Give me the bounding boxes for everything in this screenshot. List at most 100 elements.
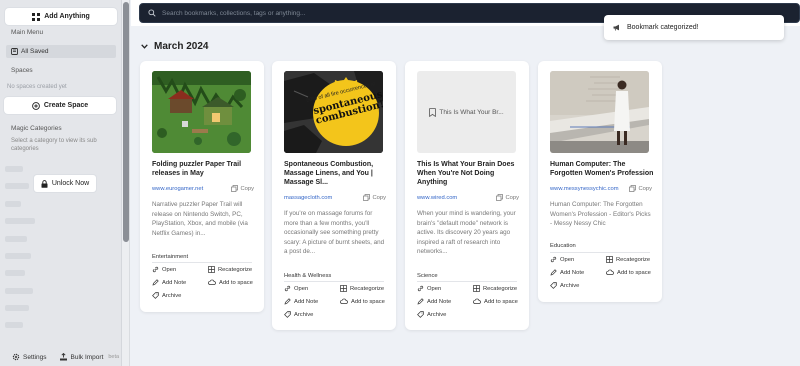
scrollbar-thumb[interactable] (123, 2, 129, 242)
card-url[interactable]: www.messynessychic.com (550, 186, 619, 192)
settings-link[interactable]: Settings (12, 353, 47, 361)
pencil-icon (284, 298, 291, 305)
beta-badge: beta (108, 354, 120, 360)
gear-icon (12, 353, 20, 361)
main-menu-heading: Main Menu (11, 29, 44, 36)
copy-icon (231, 185, 239, 192)
grid-icon (473, 285, 480, 292)
all-saved-label: All Saved (21, 48, 49, 55)
card-title[interactable]: Folding puzzler Paper Trail releases in … (152, 160, 256, 178)
add-to-space-action[interactable]: Add to space (208, 279, 253, 286)
card-url[interactable]: www.eurogamer.net (152, 186, 203, 192)
bookmark-card[interactable]: 80% of all fire occurrences at spontaneo… (272, 61, 396, 330)
tag-icon (284, 311, 291, 318)
add-to-space-action[interactable]: Add to space (340, 298, 385, 305)
archive-action[interactable]: Archive (550, 282, 579, 289)
cloud-plus-icon (606, 269, 614, 276)
add-to-space-action[interactable]: Add to space (473, 298, 518, 305)
pencil-icon (417, 298, 424, 305)
copy-button[interactable]: Copy (496, 194, 519, 201)
card-description: When your mind is wandering, your brain'… (417, 210, 516, 255)
open-label: Open (560, 256, 575, 263)
archive-action[interactable]: Archive (417, 311, 446, 318)
card-category: Entertainment (152, 254, 189, 260)
open-label: Open (294, 285, 309, 292)
add-note-action[interactable]: Add Note (550, 269, 584, 276)
archive-action[interactable]: Archive (284, 311, 313, 318)
sidebar-footer: Settings Bulk Import beta (12, 353, 119, 361)
open-action[interactable]: Open (417, 285, 441, 292)
link-icon (152, 266, 159, 273)
bulk-import-label: Bulk Import (70, 353, 104, 361)
card-description: Narrative puzzler Paper Trail will relea… (152, 201, 248, 237)
bookmark-icon (11, 48, 18, 55)
open-action[interactable]: Open (284, 285, 308, 292)
open-label: Open (427, 285, 442, 292)
add-note-action[interactable]: Add Note (417, 298, 451, 305)
recategorize-label: Recategorize (218, 266, 253, 273)
pencil-icon (152, 279, 159, 286)
archive-label: Archive (162, 292, 182, 299)
card-title[interactable]: Human Computer: The Forgotten Women's Pr… (550, 160, 654, 178)
add-to-space-action[interactable]: Add to space (606, 269, 651, 276)
recategorize-action[interactable]: Recategorize (340, 285, 384, 292)
recategorize-label: Recategorize (483, 285, 518, 292)
tag-icon (417, 311, 424, 318)
locked-category (5, 305, 29, 311)
thumbnail-placeholder-text: This Is What Your Br... (439, 108, 504, 116)
recategorize-action[interactable]: Recategorize (208, 266, 252, 273)
card-title[interactable]: This Is What Your Brain Does When You're… (417, 160, 521, 187)
card-category: Education (550, 243, 576, 249)
recategorize-action[interactable]: Recategorize (473, 285, 517, 292)
copy-button[interactable]: Copy (629, 185, 652, 192)
add-anything-button[interactable]: Add Anything (5, 8, 117, 25)
open-action[interactable]: Open (550, 256, 574, 263)
bookmark-card[interactable]: Folding puzzler Paper Trail releases in … (140, 61, 264, 312)
add-to-space-label: Add to space (351, 298, 385, 305)
month-group-header[interactable]: March 2024 (141, 41, 208, 52)
add-to-space-label: Add to space (617, 269, 651, 276)
recategorize-action[interactable]: Recategorize (606, 256, 650, 263)
archive-action[interactable]: Archive (152, 292, 181, 299)
bookmark-card[interactable]: Human Computer: The Forgotten Women's Pr… (538, 61, 662, 302)
sidebar-item-all-saved[interactable]: All Saved (6, 45, 116, 58)
card-thumbnail (550, 71, 649, 153)
month-label: March 2024 (154, 41, 209, 52)
cloud-plus-icon (340, 298, 348, 305)
archive-label: Archive (560, 282, 580, 289)
lock-icon (41, 179, 48, 188)
create-space-button[interactable]: Create Space (4, 97, 116, 114)
copy-button[interactable]: Copy (231, 185, 254, 192)
toast-notification: Bookmark categorized! (604, 15, 784, 40)
link-icon (284, 285, 291, 292)
locked-category (5, 253, 31, 259)
locked-category (5, 236, 27, 242)
card-url[interactable]: www.wired.com (417, 195, 457, 201)
copy-button[interactable]: Copy (363, 194, 386, 201)
card-url-row: massagecloth.com Copy (284, 194, 386, 201)
locked-category (5, 183, 29, 189)
unlock-now-label: Unlock Now (51, 180, 90, 187)
card-divider (417, 281, 517, 282)
add-note-action[interactable]: Add Note (152, 279, 186, 286)
locked-category (5, 218, 35, 224)
card-title[interactable]: Spontaneous Combustion, Massage Linens, … (284, 160, 388, 187)
card-url-row: www.wired.com Copy (417, 194, 519, 201)
search-placeholder: Search bookmarks, collections, tags or a… (162, 9, 306, 17)
add-anything-label: Add Anything (44, 13, 90, 20)
bookmark-card[interactable]: This Is What Your Br... This Is What You… (405, 61, 529, 330)
open-action[interactable]: Open (152, 266, 176, 273)
locked-category (5, 288, 33, 294)
card-url[interactable]: massagecloth.com (284, 195, 332, 201)
grid-plus-icon (32, 12, 41, 21)
sidebar-scrollbar[interactable] (122, 0, 130, 366)
locked-category (5, 166, 23, 172)
create-space-label: Create Space (43, 102, 89, 109)
unlock-now-button[interactable]: Unlock Now (34, 175, 96, 192)
bulk-import-link[interactable]: Bulk Import beta (59, 353, 120, 361)
add-note-action[interactable]: Add Note (284, 298, 318, 305)
locked-category (5, 201, 21, 207)
megaphone-icon (613, 24, 621, 31)
add-note-label: Add Note (560, 269, 585, 276)
grid-icon (340, 285, 347, 292)
